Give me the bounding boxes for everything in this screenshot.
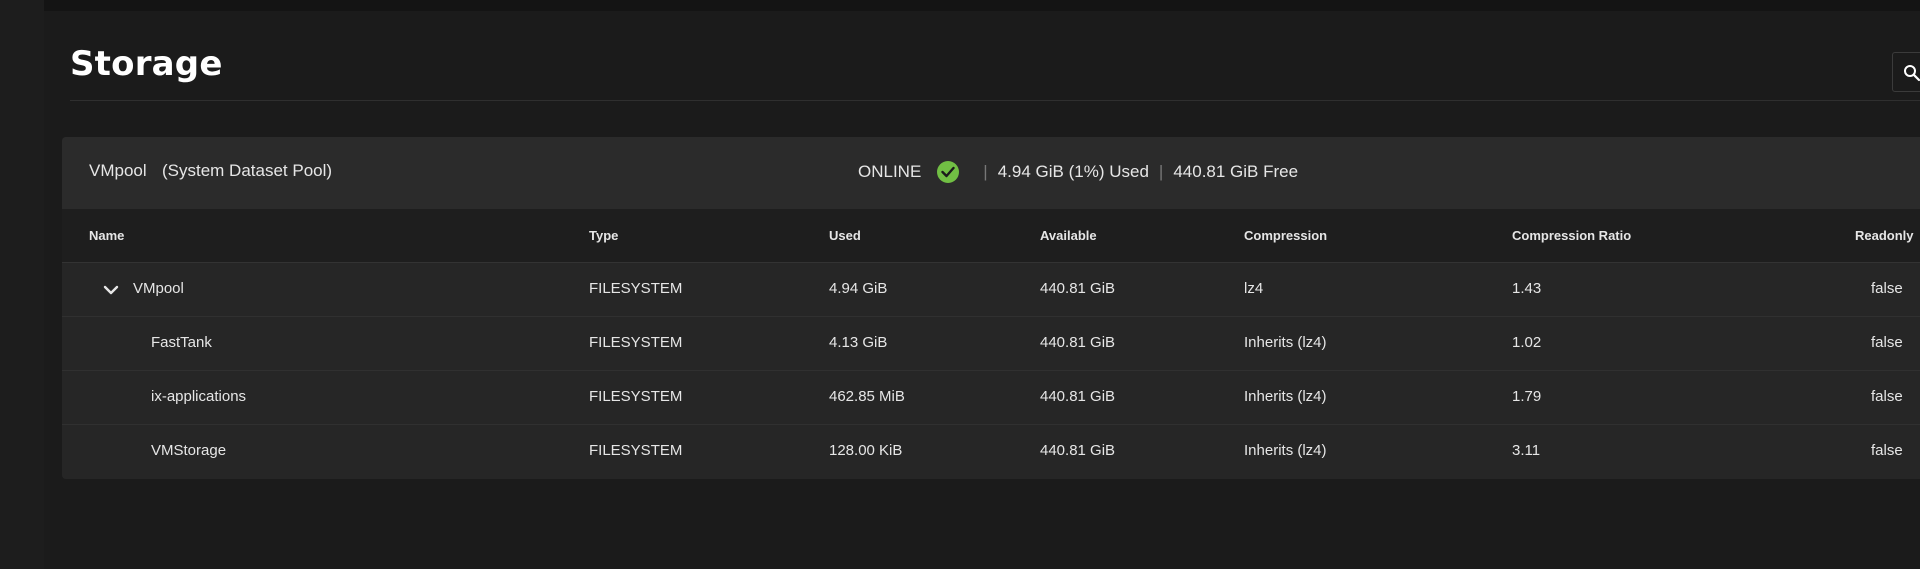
pool-subtitle: (System Dataset Pool): [162, 161, 333, 180]
table-row[interactable]: VMStorage FILESYSTEM 128.00 KiB 440.81 G…: [62, 425, 1920, 479]
title-divider: [70, 100, 1920, 101]
dataset-name: VMStorage: [151, 442, 227, 459]
pool-used: 4.94 GiB (1%) Used: [997, 162, 1149, 181]
dataset-available: 440.81 GiB: [1040, 442, 1116, 459]
top-bar: [44, 0, 1920, 11]
dataset-available: 440.81 GiB: [1040, 388, 1116, 405]
dataset-name: FastTank: [151, 334, 212, 351]
search-button[interactable]: [1892, 52, 1920, 92]
pool-status: ONLINE | 4.94 GiB (1%) Used | 440.81 GiB…: [858, 157, 1298, 187]
dataset-readonly: false: [1871, 388, 1903, 405]
column-header-name[interactable]: Name: [89, 228, 124, 243]
column-header-compression-ratio[interactable]: Compression Ratio: [1512, 228, 1631, 243]
check-circle-icon: [937, 161, 960, 183]
dataset-name: ix-applications: [151, 388, 247, 405]
dataset-compression: lz4: [1244, 280, 1264, 297]
dataset-compression-ratio: 1.43: [1512, 280, 1542, 297]
dataset-available: 440.81 GiB: [1040, 280, 1116, 297]
dataset-compression: Inherits (lz4): [1244, 388, 1327, 405]
chevron-down-icon[interactable]: [102, 281, 120, 299]
dataset-compression: Inherits (lz4): [1244, 442, 1327, 459]
dataset-used: 4.13 GiB: [829, 334, 888, 351]
status-separator: |: [983, 162, 988, 181]
column-header-used[interactable]: Used: [829, 228, 861, 243]
dataset-compression-ratio: 1.02: [1512, 334, 1542, 351]
dataset-readonly: false: [1871, 334, 1903, 351]
dataset-type: FILESYSTEM: [589, 334, 683, 351]
dataset-available: 440.81 GiB: [1040, 334, 1116, 351]
table-row[interactable]: FastTank FILESYSTEM 4.13 GiB 440.81 GiB …: [62, 317, 1920, 371]
dataset-name: VMpool: [133, 280, 184, 297]
page-title: Storage: [70, 44, 223, 84]
column-header-type[interactable]: Type: [589, 228, 618, 243]
dataset-used: 462.85 MiB: [829, 388, 905, 405]
status-separator: |: [1158, 162, 1164, 181]
dataset-readonly: false: [1871, 280, 1903, 297]
table-header: Name Type Used Available Compression Com…: [62, 209, 1920, 263]
search-icon: [1904, 65, 1920, 82]
pool-header[interactable]: VMpool (System Dataset Pool) ONLINE | 4.…: [62, 137, 1920, 209]
table-row[interactable]: ix-applications FILESYSTEM 462.85 MiB 44…: [62, 371, 1920, 425]
dataset-type: FILESYSTEM: [589, 442, 683, 459]
dataset-used: 4.94 GiB: [829, 280, 888, 297]
dataset-compression-ratio: 3.11: [1512, 442, 1541, 459]
dataset-type: FILESYSTEM: [589, 280, 683, 297]
dataset-compression-ratio: 1.79: [1512, 388, 1542, 405]
pool-name: VMpool: [89, 161, 147, 180]
column-header-compression[interactable]: Compression: [1244, 228, 1327, 243]
dataset-type: FILESYSTEM: [589, 388, 683, 405]
dataset-compression: Inherits (lz4): [1244, 334, 1327, 351]
dataset-readonly: false: [1871, 442, 1903, 459]
storage-screen: Storage VMpool (System Dataset Pool) ONL…: [0, 0, 1920, 569]
pool-free: 440.81 GiB Free: [1173, 162, 1299, 181]
column-header-readonly[interactable]: Readonly: [1855, 228, 1914, 243]
left-gutter: [0, 0, 44, 569]
table-row[interactable]: VMpool FILESYSTEM 4.94 GiB 440.81 GiB lz…: [62, 263, 1920, 317]
pool-status-text: ONLINE: [858, 162, 922, 181]
column-header-available[interactable]: Available: [1040, 228, 1097, 243]
dataset-used: 128.00 KiB: [829, 442, 903, 459]
pool-card: VMpool (System Dataset Pool) ONLINE | 4.…: [62, 137, 1920, 479]
